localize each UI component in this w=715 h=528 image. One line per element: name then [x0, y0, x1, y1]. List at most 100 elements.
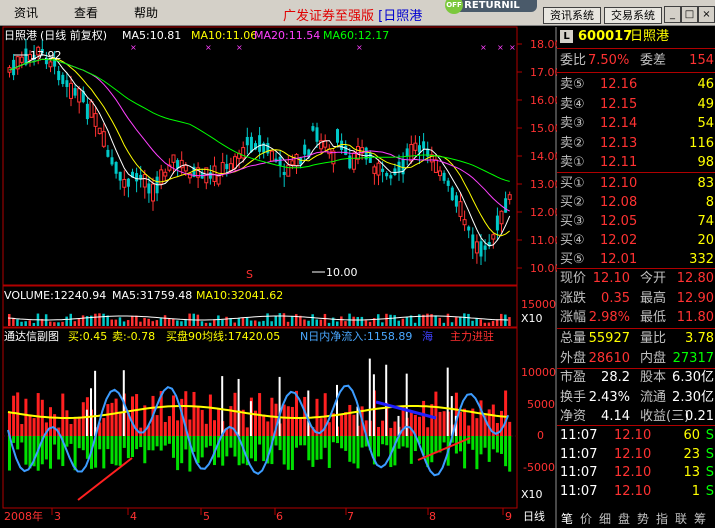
- tab-price[interactable]: 价: [580, 510, 592, 527]
- tab-index[interactable]: 指: [656, 510, 668, 527]
- indicator-bar-up: [352, 414, 356, 436]
- volume-bar: [467, 313, 470, 326]
- volume-bar: [32, 322, 36, 326]
- volume-tick: 15000: [521, 298, 556, 311]
- indicator-bar-up: [192, 391, 196, 436]
- ask-volume: 54: [697, 116, 714, 131]
- stat-label: 量比: [640, 331, 667, 346]
- candle-down: [12, 59, 16, 76]
- signal-marker: ×: [497, 43, 504, 52]
- indicator-name[interactable]: 通达信副图: [4, 330, 59, 343]
- volume-bar: [139, 321, 142, 326]
- indicator-bar-down: [381, 436, 385, 445]
- high-price-label: 17.92: [30, 49, 62, 62]
- candle-up: [290, 160, 295, 166]
- ask-row: 卖③ 12.14 54: [560, 114, 714, 133]
- stat-label: 最低: [640, 310, 667, 325]
- indicator-bar-up: [176, 420, 180, 436]
- bid-row: 买④ 12.02 20: [560, 231, 714, 250]
- indicator-spike: [372, 374, 375, 436]
- candle-up: [499, 210, 504, 225]
- indicator-bar-down: [471, 436, 475, 450]
- stat-value: 2.43%: [588, 389, 630, 405]
- volume-bar: [241, 317, 245, 326]
- weibi-label: 委比: [560, 53, 587, 68]
- candle-up: [151, 183, 155, 202]
- stat-label: 今开: [640, 271, 667, 286]
- tab-trend[interactable]: 势: [637, 510, 649, 527]
- indicator-bar-up: [167, 416, 171, 436]
- minimize-icon[interactable]: _: [664, 6, 681, 23]
- volume-bar: [176, 320, 179, 326]
- volume-bar: [360, 316, 364, 326]
- trade-system-button[interactable]: 交易系统: [604, 7, 662, 24]
- kline-chart[interactable]: × × × × × × ×: [0, 0, 557, 528]
- daily-tab[interactable]: 日线: [523, 510, 545, 523]
- volume-bar: [204, 322, 208, 326]
- volume-bar: [237, 318, 241, 326]
- ask-label: 卖③: [560, 116, 585, 131]
- volume-bar: [16, 319, 19, 326]
- volume-bar: [94, 313, 97, 326]
- stat-label: 净资: [560, 409, 587, 424]
- tab-ticks[interactable]: 笔: [561, 510, 573, 527]
- ask-label: 卖①: [560, 155, 585, 170]
- indicator-spike: [446, 367, 449, 436]
- volume-bar: [20, 321, 23, 326]
- volume-bar: [405, 316, 409, 326]
- ask-volume: 46: [697, 77, 714, 92]
- candle-up: [228, 163, 233, 172]
- maximize-icon[interactable]: □: [681, 6, 698, 23]
- indicator-bar-down: [299, 436, 303, 446]
- indicator-bar-down: [147, 436, 151, 451]
- indicator-sell: 卖:-0.78: [112, 330, 156, 343]
- tab-link[interactable]: 联: [675, 510, 687, 527]
- candle-down: [446, 180, 450, 186]
- indicator-bar-up: [467, 425, 471, 436]
- candle-down: [303, 144, 307, 155]
- volume-bar: [229, 318, 232, 326]
- indicator-bar-up: [102, 418, 106, 436]
- indicator-bar-up: [508, 421, 512, 436]
- indicator-spike: [336, 384, 338, 436]
- tab-book[interactable]: 盘: [618, 510, 630, 527]
- volume-bar: [159, 317, 163, 326]
- candle-up: [122, 179, 127, 188]
- volume-bar: [426, 313, 429, 326]
- candle-down: [418, 145, 421, 153]
- stock-title-row: L 600017 日照港: [560, 27, 714, 46]
- indicator-bar-up: [504, 390, 508, 436]
- volume-bar: [377, 314, 380, 326]
- close-icon[interactable]: ×: [698, 6, 715, 23]
- bid-price: 12.08: [600, 195, 638, 210]
- tab-detail[interactable]: 细: [599, 510, 611, 527]
- tab-chips[interactable]: 筹: [694, 510, 706, 527]
- indicator-sea: 海: [422, 330, 433, 343]
- volume-bar: [389, 314, 392, 326]
- indicator-bar-down: [221, 436, 225, 466]
- bid-label: 买②: [560, 195, 585, 210]
- indicator-bar-up: [118, 413, 122, 436]
- indicator-bar-down: [49, 436, 52, 469]
- candle-down: [208, 172, 212, 179]
- indicator-bar-down: [295, 436, 298, 448]
- ask-row: 卖① 12.11 98: [560, 153, 714, 172]
- volume-bar: [286, 321, 290, 326]
- candle-down: [344, 145, 348, 155]
- tick-side: S: [705, 428, 714, 443]
- stat-label: 市盈: [560, 370, 587, 385]
- candle-down: [495, 215, 499, 231]
- volume-bar: [311, 314, 314, 326]
- indicator-bar-down: [290, 436, 294, 471]
- indicator-tick: 10000: [521, 366, 556, 379]
- stat-label: 内盘: [640, 350, 667, 366]
- signal-marker: ×: [130, 43, 137, 52]
- indicator-bar-down: [249, 436, 253, 459]
- indicator-bar-down: [126, 436, 130, 459]
- candle-up: [458, 201, 463, 217]
- stat-label: 换手: [560, 389, 587, 405]
- indicator-bar-down: [12, 436, 16, 443]
- tick-row: 11:07 12.10 1 S: [560, 482, 714, 501]
- indicator-bar-down: [57, 436, 61, 460]
- date-month: 8: [429, 510, 436, 523]
